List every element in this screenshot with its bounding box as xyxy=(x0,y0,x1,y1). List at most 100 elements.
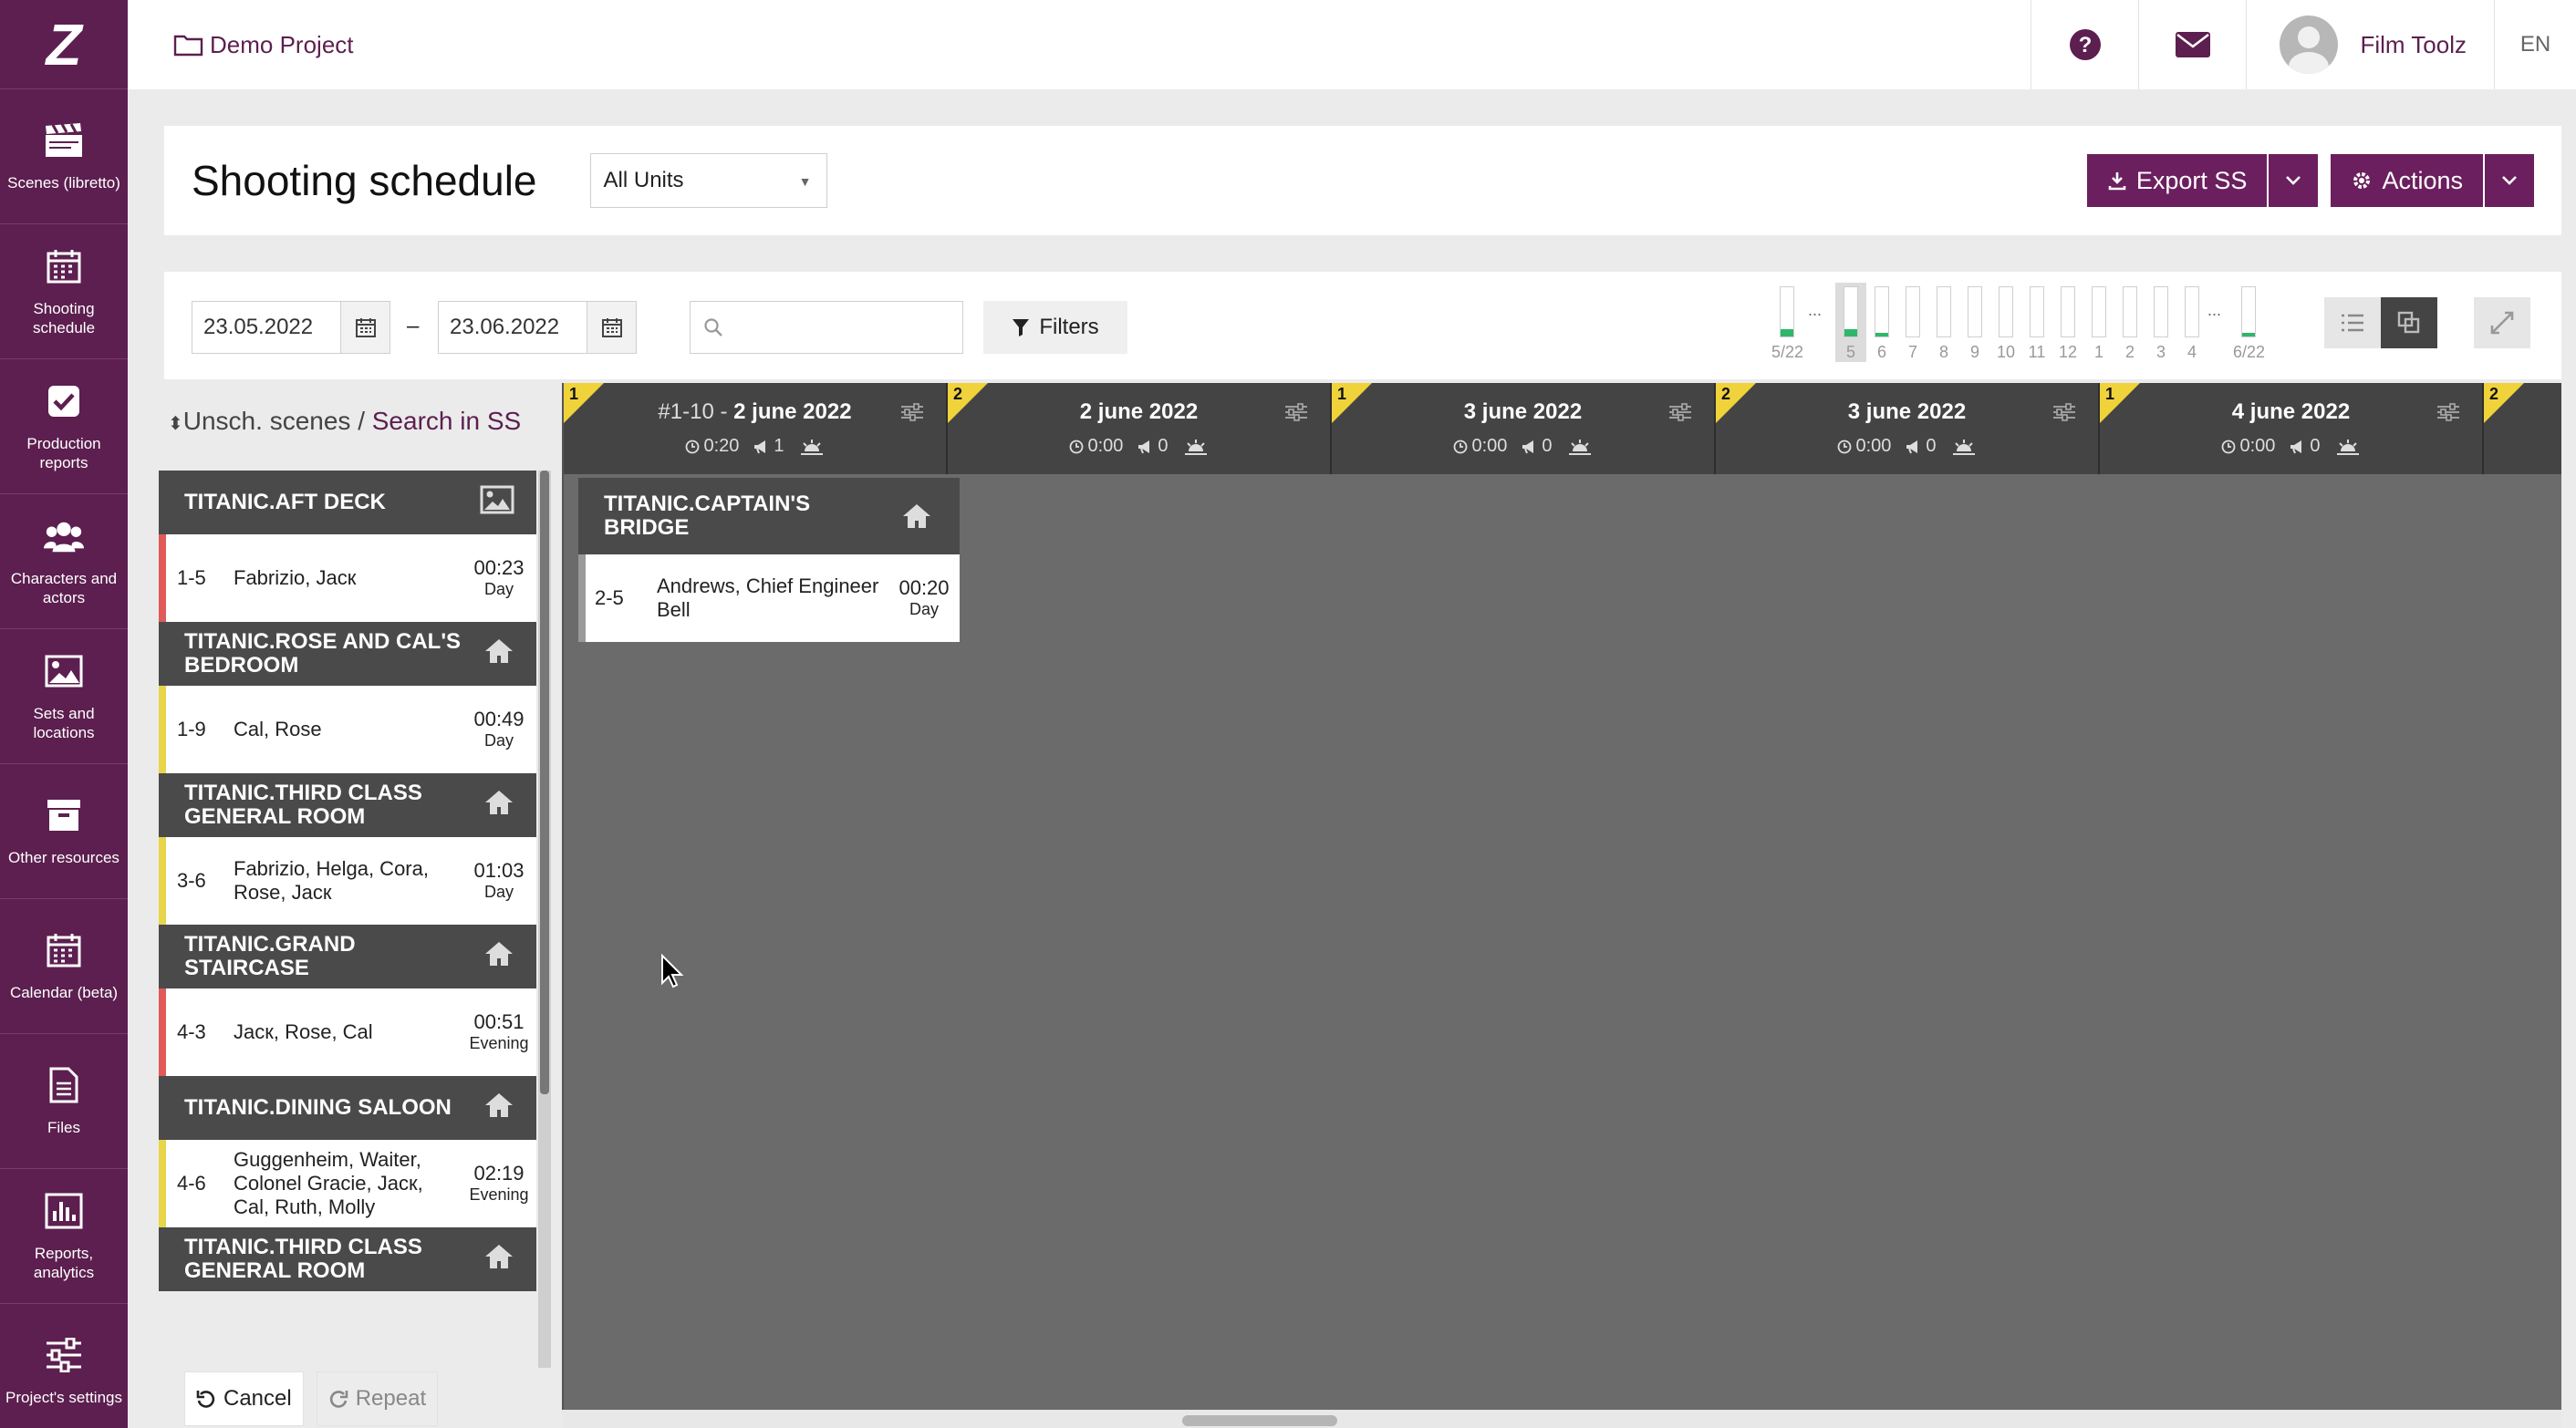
users-icon xyxy=(44,516,84,556)
messages-button[interactable] xyxy=(2138,0,2246,89)
search-in-ss-link[interactable]: Search in SS xyxy=(372,407,521,435)
set-header[interactable]: TITANIC.THIRD CLASS GENERAL ROOM xyxy=(159,1227,536,1291)
repeat-button[interactable]: Repeat xyxy=(316,1371,439,1426)
cancel-button[interactable]: Cancel xyxy=(184,1371,304,1426)
sidebar-item-calendar-beta[interactable]: Calendar (beta) xyxy=(0,899,128,1034)
clock-icon: 0:20 xyxy=(685,436,739,457)
sidebar-item-production-reports[interactable]: Production reports xyxy=(0,359,128,494)
scene-card[interactable]: 4-3 Jacк, Rose, Cal 00:51 Evening xyxy=(159,988,536,1076)
home-icon xyxy=(483,637,514,670)
day-column-header[interactable]: 2 xyxy=(2484,383,2561,474)
day-overview-bar[interactable]: 4 xyxy=(2176,283,2207,362)
day-column-header[interactable]: 1 #1-10 - 2 june 2022 0:20 1 xyxy=(564,383,948,474)
sidebar-item-scenes-libretto[interactable]: Scenes (libretto) xyxy=(0,89,128,224)
filters-button[interactable]: Filters xyxy=(983,301,1127,354)
sidebar-item-files[interactable]: Files xyxy=(0,1034,128,1169)
day-overview-bar[interactable]: 3 xyxy=(2145,283,2176,362)
day-overview-bar[interactable]: 2 xyxy=(2114,283,2145,362)
sidebar-item-project-s-settings[interactable]: Project's settings xyxy=(0,1304,128,1428)
day-overview-bar[interactable]: 9 xyxy=(1959,283,1990,362)
board-view-button[interactable] xyxy=(2381,297,2437,348)
sidebar-item-label: Scenes (libretto) xyxy=(7,174,120,191)
day-overview-bar[interactable]: 6/22 xyxy=(2233,283,2265,362)
scene-card[interactable]: 1-5 Fabrizio, Jacк 00:23 Day xyxy=(159,534,536,622)
board-horizontal-scrollbar[interactable] xyxy=(562,1410,2561,1428)
set-header[interactable]: TITANIC.THIRD CLASS GENERAL ROOM xyxy=(159,773,536,837)
sidebar-item-reports-analytics[interactable]: Reports, analytics xyxy=(0,1169,128,1304)
actions-dropdown-button[interactable] xyxy=(2485,154,2534,207)
sort-icon[interactable]: ⬍ xyxy=(168,414,183,434)
day-overview-bar[interactable]: 6 xyxy=(1866,283,1897,362)
day-overview-bar[interactable]: 5/22 xyxy=(1771,283,1804,362)
day-overview-bar[interactable]: 11 xyxy=(2021,283,2052,362)
search-input[interactable] xyxy=(690,301,963,354)
export-button[interactable]: Export SS xyxy=(2086,154,2268,207)
day-overview-label: 5/22 xyxy=(1771,343,1804,361)
day-settings-icon[interactable] xyxy=(900,403,924,426)
scene-card[interactable]: 3-6 Fabrizio, Helga, Cora, Rose, Jacк 01:0… xyxy=(159,837,536,925)
image-icon xyxy=(44,651,84,691)
day-load-bar xyxy=(1875,286,1889,337)
scene-duration: 00:49 Day xyxy=(462,709,536,750)
set-name: TITANIC.DINING SALOON xyxy=(184,1095,452,1120)
sidebar-item-sets-and-locations[interactable]: Sets and locations xyxy=(0,629,128,764)
day-overview-bar[interactable]: 7 xyxy=(1897,283,1928,362)
project-breadcrumb[interactable]: Demo Project xyxy=(173,31,354,59)
scene-time: 00:49 xyxy=(473,707,525,730)
unscheduled-scrollbar[interactable] xyxy=(538,471,551,1368)
sunrise-icon xyxy=(1183,438,1209,456)
unit-select[interactable]: All Units ▼ xyxy=(589,153,827,208)
calendar-icon[interactable] xyxy=(587,302,636,353)
sidebar-item-characters-and-actors[interactable]: Characters and actors xyxy=(0,494,128,629)
day-column-header[interactable]: 22 june 2022 0:00 0 xyxy=(948,383,1332,474)
scene-card[interactable]: 1-9 Cal, Rose 00:49 Day xyxy=(159,686,536,773)
day-load-bar xyxy=(2030,286,2044,337)
day-overview-bar[interactable]: 5 xyxy=(1835,283,1866,362)
language-switch[interactable]: EN xyxy=(2494,0,2576,89)
date-from-field[interactable]: 23.05.2022 xyxy=(192,301,390,354)
export-group: Export SS xyxy=(2086,154,2319,207)
day-column-header[interactable]: 14 june 2022 0:00 0 xyxy=(2100,383,2484,474)
sidebar-item-shooting-schedule[interactable]: Shooting schedule xyxy=(0,224,128,359)
set-header[interactable]: TITANIC.GRAND STAIRCASE xyxy=(159,925,536,988)
home-icon xyxy=(903,504,930,528)
set-header[interactable]: TITANIC.ROSE AND CAL'S BEDROOM xyxy=(159,622,536,686)
scrollbar-thumb[interactable] xyxy=(540,471,549,1094)
day-settings-icon[interactable] xyxy=(1284,403,1308,426)
day-scene-count: 1 xyxy=(774,436,784,456)
scene-card[interactable]: 4-6 Guggenheim, Waiter, Colonel Gracie, J… xyxy=(159,1140,536,1227)
board-scene-card[interactable]: 2-5 Andrews, Chief Engineer Bell 00:20 Da… xyxy=(578,554,960,642)
user-menu[interactable]: Film Toolz xyxy=(2246,0,2494,89)
day-overview-bar[interactable]: 8 xyxy=(1928,283,1959,362)
day-overview-bar[interactable]: 10 xyxy=(1990,283,2021,362)
day-column-header[interactable]: 23 june 2022 0:00 0 xyxy=(1716,383,2100,474)
sidebar-item-other-resources[interactable]: Other resources xyxy=(0,764,128,899)
unscheduled-title[interactable]: Unsch. scenes xyxy=(183,407,351,435)
day-column-header[interactable]: 13 june 2022 0:00 0 xyxy=(1332,383,1716,474)
envelope-icon xyxy=(2175,32,2210,57)
scrollbar-thumb[interactable] xyxy=(1182,1415,1337,1426)
day-load-bar xyxy=(2241,286,2256,337)
help-button[interactable]: ? xyxy=(2031,0,2138,89)
set-header[interactable]: TITANIC.AFT DECK xyxy=(159,471,536,534)
scene-duration: 00:51 Evening xyxy=(462,1011,536,1053)
day-overview-label: 1 xyxy=(2093,343,2103,361)
date-to-field[interactable]: 23.06.2022 xyxy=(438,301,637,354)
header-separator: / xyxy=(358,407,365,435)
day-settings-icon[interactable] xyxy=(2436,403,2460,426)
calendar-icon[interactable] xyxy=(340,302,390,353)
board-set-header[interactable]: TITANIC.CAPTAIN'S BRIDGE xyxy=(578,478,960,554)
app-logo[interactable]: Z xyxy=(0,0,128,89)
day-settings-icon[interactable] xyxy=(2052,403,2076,426)
day-settings-icon[interactable] xyxy=(1668,403,1692,426)
set-header[interactable]: TITANIC.DINING SALOON xyxy=(159,1076,536,1140)
fullscreen-button[interactable] xyxy=(2474,297,2530,348)
day-stats: 0:00 0 xyxy=(1332,436,1714,457)
scene-duration: 00:23 Day xyxy=(462,557,536,599)
list-view-button[interactable] xyxy=(2324,297,2381,348)
export-dropdown-button[interactable] xyxy=(2269,154,2319,207)
day-overview-bar[interactable]: 1 xyxy=(2083,283,2114,362)
day-overview-bar[interactable]: 12 xyxy=(2052,283,2083,362)
scene-duration: 02:19 Evening xyxy=(462,1163,536,1205)
actions-button[interactable]: Actions xyxy=(2331,154,2483,207)
